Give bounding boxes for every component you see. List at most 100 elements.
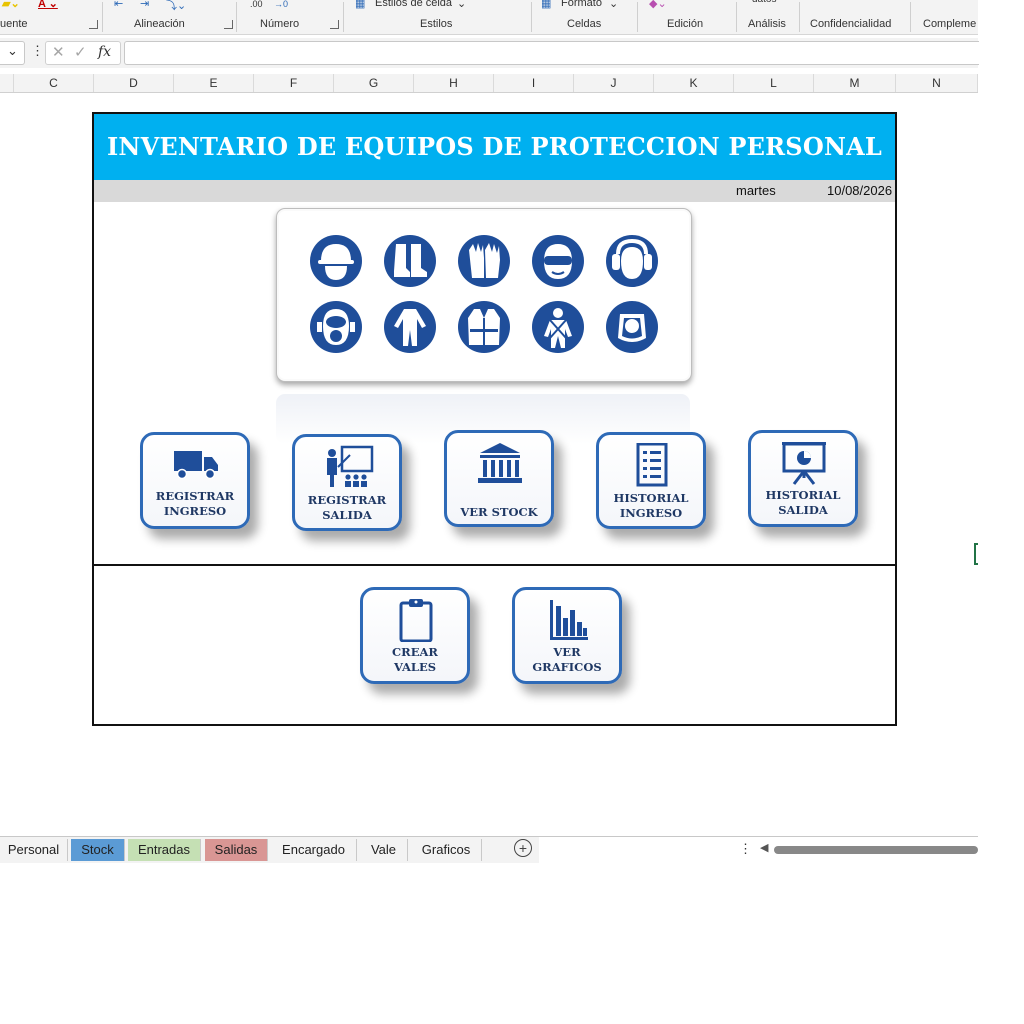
- wrap-text-icon[interactable]: ⤵⌄: [166, 0, 186, 13]
- format-icon[interactable]: ▦: [541, 0, 551, 10]
- ribbon-group-label: Estilos: [420, 18, 453, 30]
- format-button[interactable]: Formato: [561, 0, 602, 9]
- button-label: REGISTRAR SALIDA: [307, 493, 387, 522]
- crear-vales-button[interactable]: CREAR VALES: [360, 587, 470, 684]
- column-header[interactable]: N: [896, 74, 978, 92]
- ribbon-group-edicion: ◆⌄ Edición: [639, 0, 735, 34]
- column-header[interactable]: E: [174, 74, 254, 92]
- column-header[interactable]: L: [734, 74, 814, 92]
- sheet-tab-salidas[interactable]: Salidas: [205, 839, 268, 861]
- face-shield-icon: [606, 301, 658, 353]
- button-label: CREAR VALES: [392, 645, 438, 674]
- column-header[interactable]: C: [14, 74, 94, 92]
- ribbon-separator: [736, 2, 737, 32]
- weekday-label: martes: [736, 183, 776, 198]
- cell-styles-icon[interactable]: ▦: [355, 0, 365, 10]
- more-options-icon[interactable]: ⋮: [739, 841, 752, 857]
- ribbon-separator: [102, 2, 103, 32]
- column-header-partial[interactable]: [0, 74, 14, 92]
- sheet-tab-vale[interactable]: Vale: [360, 839, 408, 861]
- active-cell-edge: [974, 543, 978, 565]
- cancel-icon[interactable]: ✕: [52, 43, 65, 61]
- formula-input[interactable]: [124, 41, 979, 65]
- column-header[interactable]: F: [254, 74, 334, 92]
- ribbon-group-label: Confidencialidad: [810, 18, 892, 30]
- registrar-salida-button[interactable]: REGISTRAR SALIDA: [292, 434, 402, 531]
- ribbon-separator: [799, 2, 800, 32]
- highlight-icon[interactable]: ▰⌄: [2, 0, 20, 10]
- ribbon-separator: [236, 2, 237, 32]
- ver-stock-button[interactable]: VER STOCK: [444, 430, 554, 527]
- button-label: VER GRAFICOS: [532, 645, 602, 674]
- sheet-tab-entradas[interactable]: Entradas: [128, 839, 201, 861]
- ribbon-group-numero: .00 →0 Número: [238, 0, 342, 34]
- font-color-icon[interactable]: A ⌄: [38, 0, 58, 10]
- analyze-data-button[interactable]: datos: [752, 0, 776, 5]
- cell-styles-button[interactable]: Estilos de celda: [375, 0, 452, 9]
- ribbon-group-complementos: Compleme: [912, 0, 978, 34]
- sheet-tab-personal[interactable]: Personal: [0, 839, 68, 861]
- ribbon-group-alineacion: ⇤ ⇥ ⤵⌄ Alineación: [104, 0, 234, 34]
- bar-chart-icon: [550, 600, 588, 640]
- dialog-launcher-icon[interactable]: [224, 20, 233, 29]
- ribbon-separator: [343, 2, 344, 32]
- horizontal-scrollbar[interactable]: [774, 846, 978, 854]
- dialog-launcher-icon[interactable]: [89, 20, 98, 29]
- chevron-down-icon: ⌄: [609, 0, 619, 10]
- enter-check-icon[interactable]: ✓: [74, 43, 87, 61]
- ribbon-group-confidencialidad: Confidencialidad: [801, 0, 909, 34]
- ribbon-separator: [637, 2, 638, 32]
- clipboard-icon: [399, 599, 433, 642]
- column-header[interactable]: K: [654, 74, 734, 92]
- indent-decrease-icon[interactable]: ⇤: [114, 0, 123, 10]
- column-header[interactable]: I: [494, 74, 574, 92]
- ribbon-group-fuente: ▰⌄ A ⌄ uente: [0, 0, 100, 34]
- ribbon-group-label: Compleme: [923, 18, 977, 30]
- goggles-icon: [532, 235, 584, 287]
- sheet-tab-stock[interactable]: Stock: [71, 839, 125, 861]
- respirator-icon: [310, 301, 362, 353]
- column-header[interactable]: G: [334, 74, 414, 92]
- date-value: 10/08/2026: [827, 183, 893, 198]
- column-header[interactable]: J: [574, 74, 654, 92]
- clear-eraser-icon[interactable]: ◆⌄: [649, 0, 667, 10]
- truck-icon: [174, 451, 218, 480]
- helmet-icon: [310, 235, 362, 287]
- name-box-dropdown[interactable]: ⌄: [0, 41, 25, 65]
- historial-ingreso-button[interactable]: HISTORIAL INGRESO: [596, 432, 706, 529]
- excel-window: ▰⌄ A ⌄ uente ⇤ ⇥ ⤵⌄ Alineación .00 →0 Nú…: [0, 0, 1024, 1024]
- column-header[interactable]: M: [814, 74, 896, 92]
- ribbon-separator: [531, 2, 532, 32]
- pie-board-icon: [782, 442, 826, 485]
- sheet-tab-graficos[interactable]: Graficos: [411, 839, 482, 861]
- boots-icon: [384, 235, 436, 287]
- ver-graficos-button[interactable]: VER GRAFICOS: [512, 587, 622, 684]
- formula-bar: ⌄ ⋮ ✕ ✓ fx: [0, 38, 979, 68]
- column-header[interactable]: D: [94, 74, 174, 92]
- ribbon-group-analisis: datos Análisis: [738, 0, 798, 34]
- ribbon: ▰⌄ A ⌄ uente ⇤ ⇥ ⤵⌄ Alineación .00 →0 Nú…: [0, 0, 978, 35]
- ribbon-group-label: Celdas: [567, 18, 602, 30]
- ribbon-group-label: Análisis: [748, 18, 786, 30]
- scroll-left-icon[interactable]: ◀: [760, 841, 768, 854]
- add-sheet-icon[interactable]: +: [514, 839, 532, 857]
- dashboard-panel: INVENTARIO DE EQUIPOS DE PROTECCION PERS…: [92, 112, 897, 726]
- indent-increase-icon[interactable]: ⇥: [140, 0, 149, 10]
- vest-icon: [458, 301, 510, 353]
- decrease-decimal-button[interactable]: →0: [274, 0, 288, 9]
- dialog-launcher-icon[interactable]: [330, 20, 339, 29]
- historial-salida-button[interactable]: HISTORIAL SALIDA: [748, 430, 858, 527]
- column-header[interactable]: H: [414, 74, 494, 92]
- harness-icon: [532, 301, 584, 353]
- more-options-icon[interactable]: ⋮: [31, 43, 44, 59]
- sheet-tab-encargado[interactable]: Encargado: [271, 839, 357, 861]
- button-label: REGISTRAR INGRESO: [155, 489, 235, 518]
- button-label: HISTORIAL SALIDA: [765, 488, 841, 517]
- section-divider: [94, 564, 895, 566]
- checklist-icon: [636, 443, 668, 487]
- increase-decimal-button[interactable]: .00: [250, 0, 263, 9]
- presentation-icon: [327, 445, 374, 487]
- registrar-ingreso-button[interactable]: REGISTRAR INGRESO: [140, 432, 250, 529]
- insert-function-button[interactable]: fx: [98, 44, 111, 60]
- bank-icon: [478, 443, 522, 483]
